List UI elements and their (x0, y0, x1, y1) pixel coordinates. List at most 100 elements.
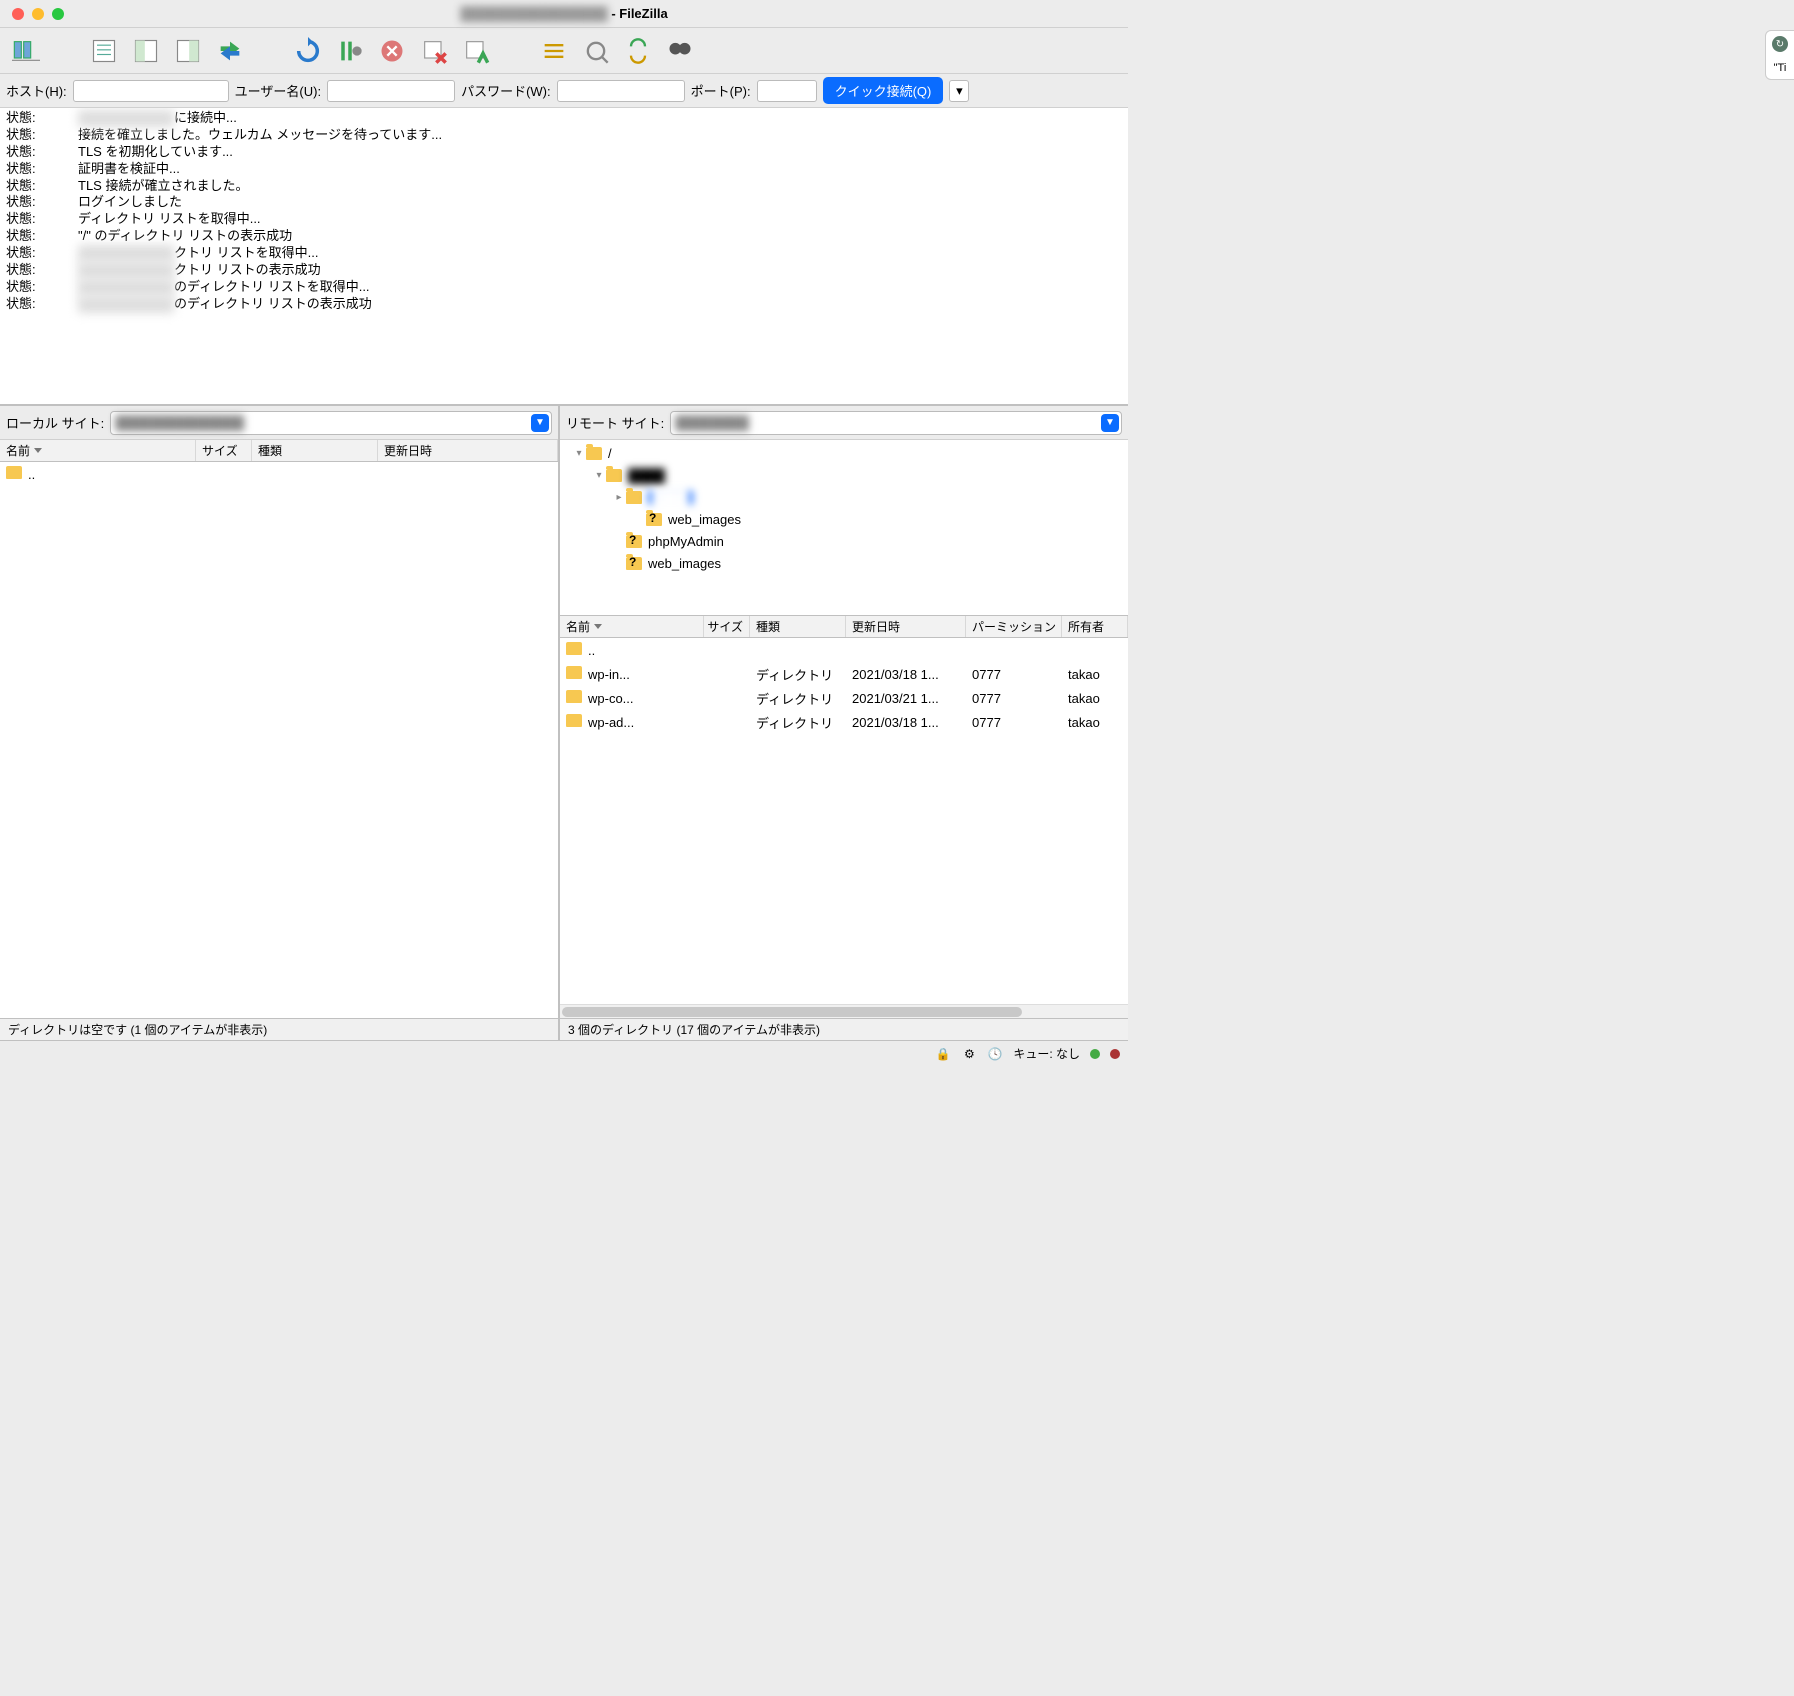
log-row: 状態:████████のディレクトリ リストを取得中... (6, 279, 1122, 296)
remote-site-combo[interactable]: ████████ ▼ (670, 411, 1122, 435)
tree-item[interactable]: web_images (560, 508, 1128, 530)
log-row: 状態:"/" のディレクトリ リストの表示成功 (6, 228, 1122, 245)
main-split: ローカル サイト: ██████████████ ▼ 名前 サイズ 種類 更新日… (0, 406, 1128, 1040)
notification-text: "Ti (1774, 62, 1787, 74)
password-input[interactable] (557, 80, 685, 102)
local-status: ディレクトリは空です (1 個のアイテムが非表示) (0, 1018, 558, 1040)
remote-list[interactable]: ..wp-in...ディレクトリ2021/03/18 1...0777takao… (560, 638, 1128, 1004)
titlebar: ████████████████ - FileZilla (0, 0, 1128, 28)
col-owner[interactable]: 所有者 (1062, 616, 1128, 637)
folder-icon (566, 714, 582, 727)
col-modified[interactable]: 更新日時 (846, 616, 966, 637)
disconnect-button[interactable] (416, 33, 452, 69)
col-size[interactable]: サイズ (196, 440, 252, 461)
host-input[interactable] (73, 80, 229, 102)
local-list[interactable]: .. (0, 462, 558, 1018)
notification-widget[interactable]: ↻ "Ti (1765, 30, 1794, 80)
chevron-down-icon: ▼ (531, 414, 549, 432)
window-controls (0, 8, 64, 20)
local-pane: ローカル サイト: ██████████████ ▼ 名前 サイズ 種類 更新日… (0, 406, 560, 1040)
tree-item[interactable]: phpMyAdmin (560, 530, 1128, 552)
log-row: 状態:ディレクトリ リストを取得中... (6, 211, 1122, 228)
port-input[interactable] (757, 80, 817, 102)
log-row: 状態:TLS を初期化しています... (6, 144, 1122, 161)
gear-icon[interactable]: ⚙ (961, 1046, 977, 1062)
activity-led-2 (1110, 1049, 1120, 1059)
list-item[interactable]: wp-ad...ディレクトリ2021/03/18 1...0777takao (560, 710, 1128, 734)
folder-icon (586, 447, 602, 460)
message-log[interactable]: 状態:████████に接続中...状態:接続を確立しました。ウェルカム メッセ… (0, 108, 1128, 406)
remote-site-bar: リモート サイト: ████████ ▼ (560, 406, 1128, 440)
list-item[interactable]: wp-co...ディレクトリ2021/03/21 1...0777takao (560, 686, 1128, 710)
folder-unknown-icon (626, 557, 642, 570)
window-title: ████████████████ - FileZilla (460, 6, 667, 21)
toggle-log-button[interactable] (86, 33, 122, 69)
refresh-button[interactable] (290, 33, 326, 69)
list-item[interactable]: .. (560, 638, 1128, 662)
user-label: ユーザー名(U): (235, 81, 321, 100)
filter-button[interactable] (536, 33, 572, 69)
toggle-queue-button[interactable] (212, 33, 248, 69)
toggle-local-tree-button[interactable] (128, 33, 164, 69)
activity-led-1 (1090, 1049, 1100, 1059)
toggle-remote-tree-button[interactable] (170, 33, 206, 69)
tree-item[interactable]: ▾████ (560, 464, 1128, 486)
remote-site-label: リモート サイト: (566, 413, 664, 432)
cancel-button[interactable] (374, 33, 410, 69)
log-row: 状態:ログインしました (6, 194, 1122, 211)
log-row: 状態:証明書を検証中... (6, 161, 1122, 178)
log-row: 状態:TLS 接続が確立されました。 (6, 178, 1122, 195)
col-name[interactable]: 名前 (560, 616, 704, 637)
zoom-window-button[interactable] (52, 8, 64, 20)
col-modified[interactable]: 更新日時 (378, 440, 558, 461)
queue-label: キュー: なし (1013, 1045, 1080, 1062)
site-manager-button[interactable] (8, 33, 44, 69)
remote-h-scrollbar[interactable] (560, 1004, 1128, 1018)
folder-icon (6, 466, 22, 479)
log-row: 状態:████████に接続中... (6, 110, 1122, 127)
host-label: ホスト(H): (6, 81, 67, 100)
log-row: 状態:████████クトリ リストの表示成功 (6, 262, 1122, 279)
col-perm[interactable]: パーミッション (966, 616, 1062, 637)
folder-unknown-icon (646, 513, 662, 526)
main-toolbar (0, 28, 1128, 74)
password-label: パスワード(W): (461, 81, 551, 100)
directory-compare-button[interactable] (578, 33, 614, 69)
local-site-combo[interactable]: ██████████████ ▼ (110, 411, 552, 435)
remote-tree[interactable]: ▾/▾████▸████web_imagesphpMyAdminweb_imag… (560, 440, 1128, 616)
local-site-label: ローカル サイト: (6, 413, 104, 432)
search-button[interactable] (662, 33, 698, 69)
folder-icon (566, 666, 582, 679)
tree-item[interactable]: ▾/ (560, 442, 1128, 464)
log-row: 状態:████████クトリ リストを取得中... (6, 245, 1122, 262)
remote-list-header: 名前 サイズ 種類 更新日時 パーミッション 所有者 (560, 616, 1128, 638)
user-input[interactable] (327, 80, 455, 102)
local-list-header: 名前 サイズ 種類 更新日時 (0, 440, 558, 462)
log-row: 状態:████████のディレクトリ リストの表示成功 (6, 296, 1122, 313)
process-queue-button[interactable] (332, 33, 368, 69)
col-size[interactable]: サイズ (704, 616, 750, 637)
sync-browsing-button[interactable] (620, 33, 656, 69)
list-item[interactable]: wp-in...ディレクトリ2021/03/18 1...0777takao (560, 662, 1128, 686)
folder-icon (566, 642, 582, 655)
minimize-window-button[interactable] (32, 8, 44, 20)
col-type[interactable]: 種類 (750, 616, 846, 637)
quickconnect-bar: ホスト(H): ユーザー名(U): パスワード(W): ポート(P): クイック… (0, 74, 1128, 108)
list-item[interactable]: .. (0, 462, 558, 486)
quickconnect-dropdown[interactable]: ▾ (949, 80, 969, 102)
col-name[interactable]: 名前 (0, 440, 196, 461)
timemachine-icon: ↻ (1772, 36, 1788, 52)
local-site-bar: ローカル サイト: ██████████████ ▼ (0, 406, 558, 440)
log-row: 状態:接続を確立しました。ウェルカム メッセージを待っています... (6, 127, 1122, 144)
reconnect-button[interactable] (458, 33, 494, 69)
close-window-button[interactable] (12, 8, 24, 20)
tree-item[interactable]: ▸████ (560, 486, 1128, 508)
quickconnect-button[interactable]: クイック接続(Q) (823, 77, 944, 104)
col-type[interactable]: 種類 (252, 440, 378, 461)
lock-icon[interactable]: 🔒 (935, 1046, 951, 1062)
folder-icon (566, 690, 582, 703)
clock-icon[interactable]: 🕓 (987, 1046, 1003, 1062)
chevron-down-icon: ▼ (1101, 414, 1119, 432)
tree-item[interactable]: web_images (560, 552, 1128, 574)
filezilla-window: ████████████████ - FileZilla ↻ "Ti ホスト(H… (0, 0, 1128, 1066)
